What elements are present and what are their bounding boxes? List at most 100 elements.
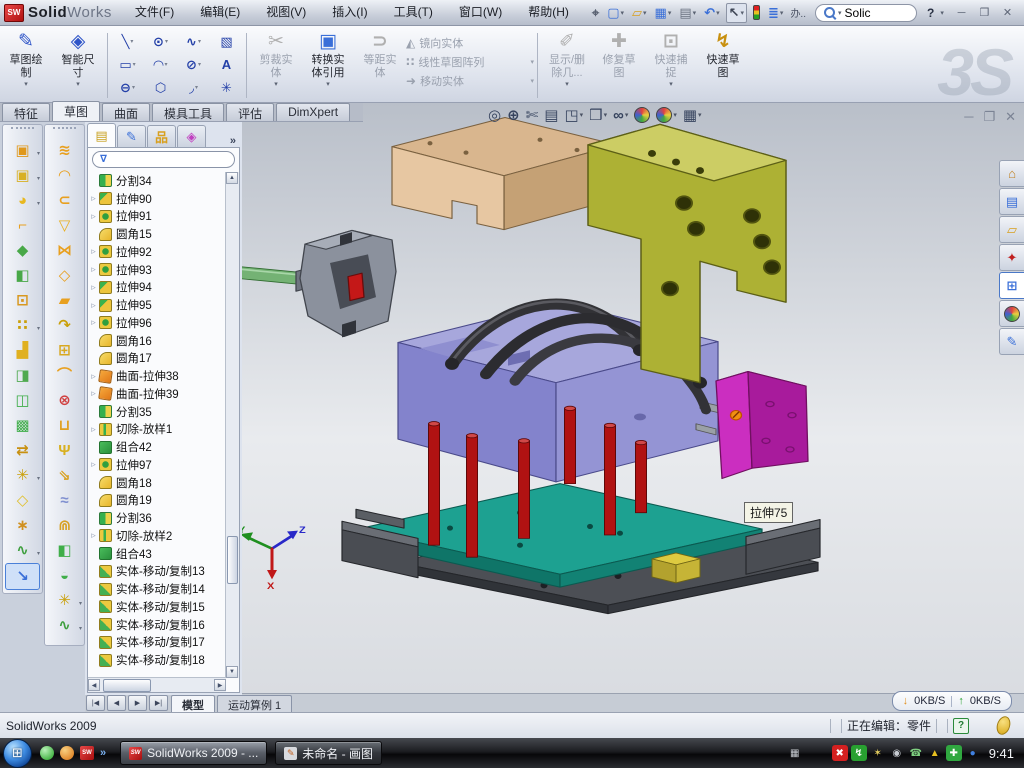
model-yellow-block[interactable] <box>652 553 700 583</box>
messenger-icon[interactable] <box>40 746 54 760</box>
quick-snaps-button[interactable]: ⊡ 快速捕 捉 ▾ <box>645 29 697 90</box>
propertymanager-tab[interactable]: ✎ <box>117 125 146 147</box>
view-cube-icon[interactable]: ❒ ▾ <box>589 106 607 124</box>
boundary-boss-icon[interactable]: ◧ ▾ <box>3 263 42 288</box>
menu-item[interactable]: 帮助(H) <box>515 0 582 25</box>
trimmed-surface-icon[interactable]: ⊂ ▾ <box>45 188 84 213</box>
trim-entities-button[interactable]: ✂ 剪裁实 体 ▾ <box>250 29 302 90</box>
view-palette-tab[interactable]: ⊞ <box>999 272 1024 299</box>
doc-close-button[interactable]: ✕ <box>1005 109 1016 125</box>
section-view-icon[interactable]: ✄ ▾ <box>526 106 539 124</box>
custom-properties-tab[interactable]: ✎ <box>999 328 1024 355</box>
scroll-down-button[interactable]: ▼ <box>226 666 238 678</box>
document-tab[interactable]: 模型 <box>171 695 215 712</box>
nav-first-button[interactable]: |◀ <box>86 695 105 711</box>
hole-wizard-icon[interactable]: ⊡ ▾ <box>3 288 42 313</box>
tree-item[interactable]: 分割36 <box>88 509 226 527</box>
ruled-surface-icon[interactable]: ⌒ ▾ <box>45 363 84 388</box>
warning-icon[interactable]: ▲ <box>927 745 943 761</box>
tree-item[interactable]: ▹ 切除-放样2 <box>88 527 226 545</box>
tree-horizontal-scrollbar[interactable]: ◀ ▶ <box>88 677 226 692</box>
nav-next-button[interactable]: ▶ <box>128 695 147 711</box>
menu-item[interactable]: 工具(T) <box>381 0 446 25</box>
defender-shield-icon[interactable]: ↯ <box>851 745 867 761</box>
smart-dimension-button[interactable]: ◈ 智能尺 寸 ▾ <box>52 29 104 90</box>
tree-item[interactable]: ▹ 拉伸95 <box>88 296 226 314</box>
configurationmanager-tab[interactable]: 品 <box>147 125 176 147</box>
display-style-icon[interactable]: ◳ ▾ <box>564 106 583 124</box>
ribbon-tab[interactable]: 特征 <box>2 103 50 121</box>
search-box[interactable]: ▾ Solic <box>815 4 917 22</box>
expander-icon[interactable]: ▹ <box>88 530 99 541</box>
tree-item[interactable]: 实体-移动/复制18 <box>88 651 226 669</box>
text-tool-icon[interactable]: A ▾ <box>210 53 243 76</box>
zoom-area-icon[interactable]: ⊕ ▾ <box>507 106 520 124</box>
helix-icon[interactable]: ∿ ▾ <box>3 538 42 563</box>
keyboard-layout-icon[interactable]: ▦ <box>787 745 803 761</box>
sketch-fillet-icon[interactable]: ◞ ▾ <box>177 76 210 99</box>
network-meter[interactable]: ↓ 0KB/S ↑ 0KB/S <box>892 691 1012 711</box>
move-entities-button[interactable]: ➜ 移动实体 ▾ <box>406 73 534 89</box>
scroll-left-button[interactable]: ◀ <box>88 679 100 691</box>
restore-button[interactable]: ❐ <box>976 5 993 20</box>
open-document-icon[interactable]: ▱ ▾ <box>630 4 649 22</box>
expander-icon[interactable]: ▹ <box>88 211 99 222</box>
sketch-button[interactable]: ✎ 草图绘 制 ▾ <box>0 29 52 90</box>
draft-analysis-icon[interactable]: ⇘ ▾ <box>45 463 84 488</box>
spiral-icon[interactable]: ∿ ▾ <box>45 613 84 638</box>
taskbar-task-button[interactable]: ✎ 未命名 - 画图 <box>275 741 382 765</box>
menu-item[interactable]: 视图(V) <box>253 0 319 25</box>
model-clamp-head[interactable] <box>296 230 396 337</box>
tree-item[interactable]: ▹ 拉伸92 <box>88 243 226 261</box>
menu-item[interactable]: 文件(F) <box>122 0 187 25</box>
curves-icon[interactable]: ◇ ▾ <box>3 488 42 513</box>
scroll-right-button[interactable]: ▶ <box>214 679 226 691</box>
extruded-boss-icon[interactable]: ▣ ▾ <box>3 138 42 163</box>
scroll-up-button[interactable]: ▲ <box>226 172 238 184</box>
expander-icon[interactable]: ▹ <box>88 264 99 275</box>
planar-surface-icon[interactable]: ◇ ▾ <box>45 263 84 288</box>
linear-pattern-icon[interactable]: ∷ ▾ <box>3 313 42 338</box>
expander-icon[interactable]: ▹ <box>88 246 99 257</box>
toolbar-overflow-label[interactable]: 办.. <box>790 5 806 20</box>
expander-icon[interactable]: ▹ <box>88 193 99 204</box>
nav-last-button[interactable]: ▶| <box>149 695 168 711</box>
tree-item[interactable]: 分割35 <box>88 403 226 421</box>
tree-item[interactable]: 圆角17 <box>88 350 226 368</box>
taskbar-task-button[interactable]: SW SolidWorks 2009 - ... <box>120 741 267 765</box>
tree-vertical-scrollbar[interactable]: ▲ ▼ <box>225 172 239 678</box>
tree-item[interactable]: ▹ 拉伸96 <box>88 314 226 332</box>
circle-tool-icon[interactable]: ⊙ ▾ <box>144 30 177 53</box>
extended-surface-icon[interactable]: ▽ ▾ <box>45 213 84 238</box>
tree-item[interactable]: 实体-移动/复制15 <box>88 598 226 616</box>
new-document-icon[interactable]: ▢ ▾ <box>605 4 626 22</box>
network-phone-icon[interactable]: ☎ <box>908 745 924 761</box>
start-button[interactable]: ⊞ <box>3 739 32 768</box>
tree-item[interactable]: ▹ 拉伸91 <box>88 208 226 226</box>
thicken-icon[interactable]: ⊞ ▾ <box>45 338 84 363</box>
volume-icon[interactable]: ◉ <box>889 745 905 761</box>
parting-surface-icon[interactable]: ⋒ ▾ <box>45 513 84 538</box>
untrim-surface-icon[interactable]: ⊔ ▾ <box>45 413 84 438</box>
spline-tool-icon[interactable]: ∿ ▾ <box>177 30 210 53</box>
security-alert-icon[interactable]: ✖ <box>832 745 848 761</box>
rebuild-traffic-light-icon[interactable]: ▾ <box>751 4 762 21</box>
ribbon-tab[interactable]: 草图 <box>52 101 100 121</box>
save-icon[interactable]: ▦ ▾ <box>653 4 674 22</box>
tree-filter-input[interactable]: ∇ <box>92 151 235 168</box>
reference-geometry-icon[interactable]: ✳ ▾ <box>3 463 42 488</box>
toolbar-grip[interactable] <box>11 127 34 136</box>
file-explorer-tab[interactable]: ▱ <box>999 216 1024 243</box>
shut-off-surface-icon[interactable]: ≈ ▾ <box>45 488 84 513</box>
display-delete-relations-button[interactable]: ✐ 显示/删 除几... ▾ <box>541 29 593 90</box>
ribbon-tab[interactable]: 模具工具 <box>152 103 224 121</box>
select-arrow-icon[interactable]: ↖ ▾ <box>726 3 747 23</box>
pin-icon[interactable]: ⌖ ▾ <box>590 4 601 22</box>
certificate-icon[interactable]: ✶ <box>870 745 886 761</box>
tree-item[interactable]: 圆角19 <box>88 492 226 510</box>
menu-item[interactable]: 窗口(W) <box>446 0 515 25</box>
draft-icon[interactable]: ◨ ▾ <box>3 363 42 388</box>
extruded-cut-icon[interactable]: ▣ ▾ <box>3 163 42 188</box>
tree-item[interactable]: ▹ 切除-放样1 <box>88 421 226 439</box>
slot-tool-icon[interactable]: ⊖ ▾ <box>111 76 144 99</box>
